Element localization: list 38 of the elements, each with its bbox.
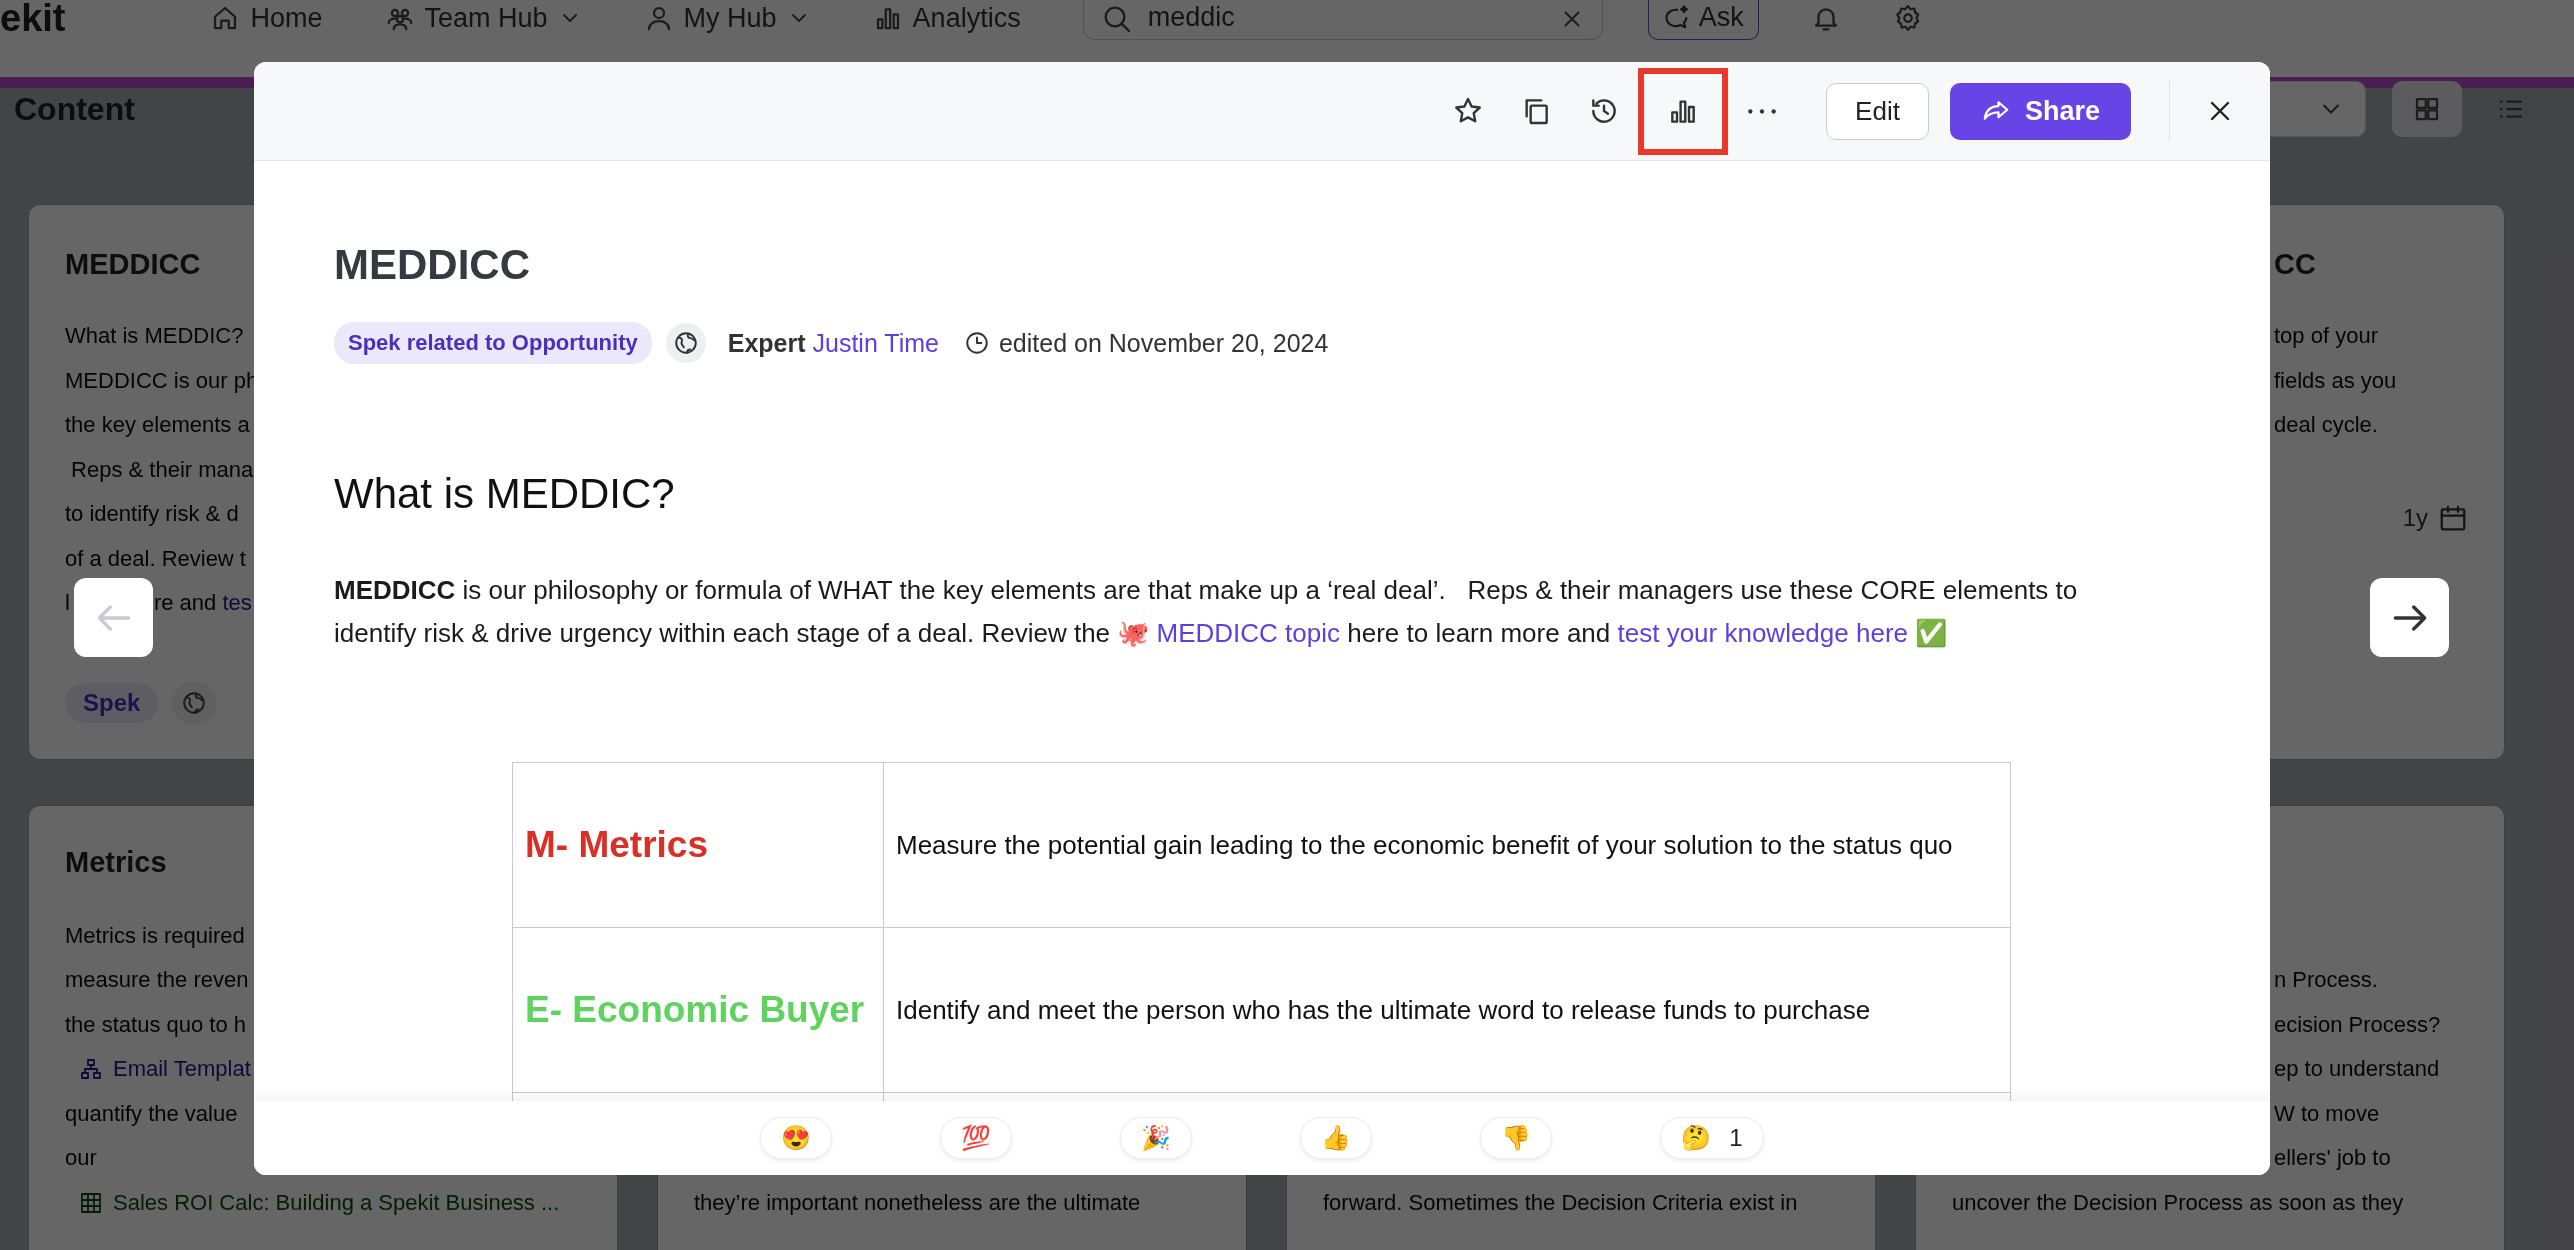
card-text: What is MEDDIC? [65,322,244,350]
card-title: MEDDICC [65,248,201,280]
card-text: the key elements a [65,411,250,439]
section-heading: What is MEDDIC? [334,469,676,519]
table-cell: M- Metrics [512,762,884,928]
card-text: re and [153,589,218,617]
card-text: quantify the value [65,1099,238,1128]
edited-date: edited on November 20, 2024 [998,328,1329,358]
table-cell: Identify and meet the person who has the ultimate word to release funds to purchase [883,927,2011,1093]
card-text: Reps & their mana [70,455,254,484]
card-text: top of your [2274,322,2378,350]
card-text: they’re important nonetheless are the ultimate [694,1188,1141,1217]
document-title: MEDDICC [334,240,531,290]
table-cell: E- Economic Buyer [512,927,884,1093]
card-text: measure the reven [65,966,249,994]
card-text: uncover the Decision Process as soon as they [1952,1188,2404,1217]
expert-label: Expert [727,328,806,358]
card-text: ecision Process? [2274,1010,2441,1039]
card-text: l [65,589,70,617]
card-text: ellers' job to [2274,1144,2391,1172]
card-text: our [65,1144,97,1172]
card-title: Metrics [65,846,167,878]
card-text: of a deal. Review t [65,544,246,573]
card-text: Metrics is required [65,921,245,950]
tag: Spek [65,682,159,723]
page-title: Content [14,90,135,128]
card-text: forward. Sometimes the Decision Criteria exist in [1323,1188,1798,1217]
table-cell: Measure the potential gain leading to the economic benefit of your solution to the status quo [883,762,2011,928]
card-text: n Process. [2274,966,2378,994]
card-title: CC [2274,248,2316,280]
card-text: the status quo to h [65,1010,247,1039]
card-text: to identify risk & d [65,500,239,528]
card-text: ep to understand [2274,1055,2440,1083]
card-text: deal cycle. [2274,411,2378,439]
paragraph: MEDDICC is our philosophy or formula of WHAT the key elements are that make up a ‘real deal’. Reps & their managers use these CORE elements to identify risk & drive urgency within each stage of a deal. Review the 🐙 MEDDICC topic here to learn more and test your knowledge here ✅ [334,574,2079,650]
card-text: fields as you [2274,366,2397,395]
age-label: 1y [2402,503,2428,532]
card-text: W to move [2274,1099,2380,1128]
